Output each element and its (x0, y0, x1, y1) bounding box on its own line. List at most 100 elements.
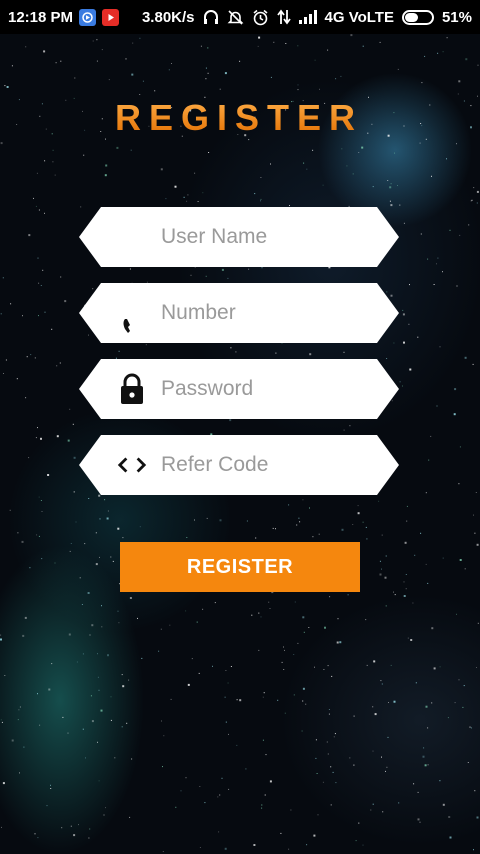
star (406, 520, 408, 522)
star (458, 679, 460, 681)
star (303, 162, 305, 164)
star (130, 149, 132, 151)
star (41, 511, 43, 512)
network-type: 4G VoLTE (324, 8, 394, 26)
username-input[interactable] (161, 207, 381, 267)
star (468, 224, 470, 226)
star (470, 727, 472, 729)
refer-code-field[interactable] (79, 435, 399, 495)
star (100, 709, 103, 712)
star (17, 719, 19, 721)
star (19, 706, 21, 708)
star (261, 804, 263, 806)
star (378, 500, 380, 502)
star (25, 397, 27, 399)
star (228, 733, 229, 735)
star (62, 716, 64, 718)
star (425, 492, 427, 494)
star (59, 362, 61, 364)
star (339, 641, 342, 644)
username-field[interactable] (79, 207, 399, 267)
star (404, 541, 407, 544)
star (82, 728, 84, 730)
star (260, 198, 262, 200)
star (456, 285, 458, 287)
star (37, 693, 38, 695)
star (419, 821, 421, 823)
star (194, 172, 196, 174)
star (275, 352, 277, 354)
number-field[interactable] (79, 283, 399, 343)
star (67, 439, 70, 442)
status-bar: 12:18 PM 3.80K/s 4G VoLTE 51% (0, 0, 480, 34)
star (439, 346, 441, 348)
star (260, 616, 262, 618)
number-input[interactable] (161, 283, 381, 343)
star (439, 780, 441, 782)
star (79, 577, 81, 579)
star (386, 766, 388, 768)
password-field[interactable] (79, 359, 399, 419)
star (459, 559, 462, 561)
star (110, 719, 112, 721)
star (227, 277, 229, 279)
star (83, 154, 85, 156)
code-icon (117, 450, 147, 480)
star (51, 133, 53, 135)
star (214, 602, 216, 604)
star (469, 726, 471, 728)
star (99, 556, 100, 558)
star (442, 803, 445, 806)
star (297, 45, 299, 47)
star (260, 200, 261, 202)
star (126, 722, 128, 724)
star (2, 277, 4, 279)
star (73, 834, 76, 837)
star (284, 712, 286, 714)
star (165, 198, 167, 200)
star (96, 39, 98, 41)
star (273, 41, 275, 43)
star (122, 685, 125, 688)
star (419, 142, 421, 144)
star (74, 77, 76, 79)
star (110, 696, 112, 698)
star (379, 41, 381, 43)
star (403, 595, 406, 597)
star (358, 822, 360, 824)
star (16, 378, 18, 380)
star (302, 616, 305, 619)
star (476, 667, 477, 668)
star (467, 762, 469, 763)
star (314, 59, 316, 61)
star (464, 568, 466, 570)
star (471, 199, 473, 201)
password-input[interactable] (161, 359, 381, 419)
refer-code-input[interactable] (161, 435, 381, 495)
register-button[interactable]: REGISTER (120, 542, 360, 592)
star (463, 685, 465, 687)
star (50, 788, 52, 789)
star (473, 514, 474, 516)
star (60, 276, 62, 278)
star (477, 95, 478, 97)
star (381, 534, 383, 536)
star (191, 658, 193, 660)
star (154, 90, 156, 92)
star (261, 267, 263, 269)
star (335, 78, 337, 80)
alarm-icon (252, 9, 269, 26)
battery-icon (401, 9, 434, 25)
star (296, 524, 298, 526)
star (385, 605, 387, 607)
star (447, 717, 449, 719)
star (384, 576, 387, 579)
star (82, 653, 84, 655)
star (228, 788, 230, 790)
star (260, 177, 262, 178)
star (327, 49, 329, 51)
star (187, 683, 190, 686)
star (89, 634, 91, 636)
star (47, 474, 50, 476)
star (246, 520, 248, 522)
